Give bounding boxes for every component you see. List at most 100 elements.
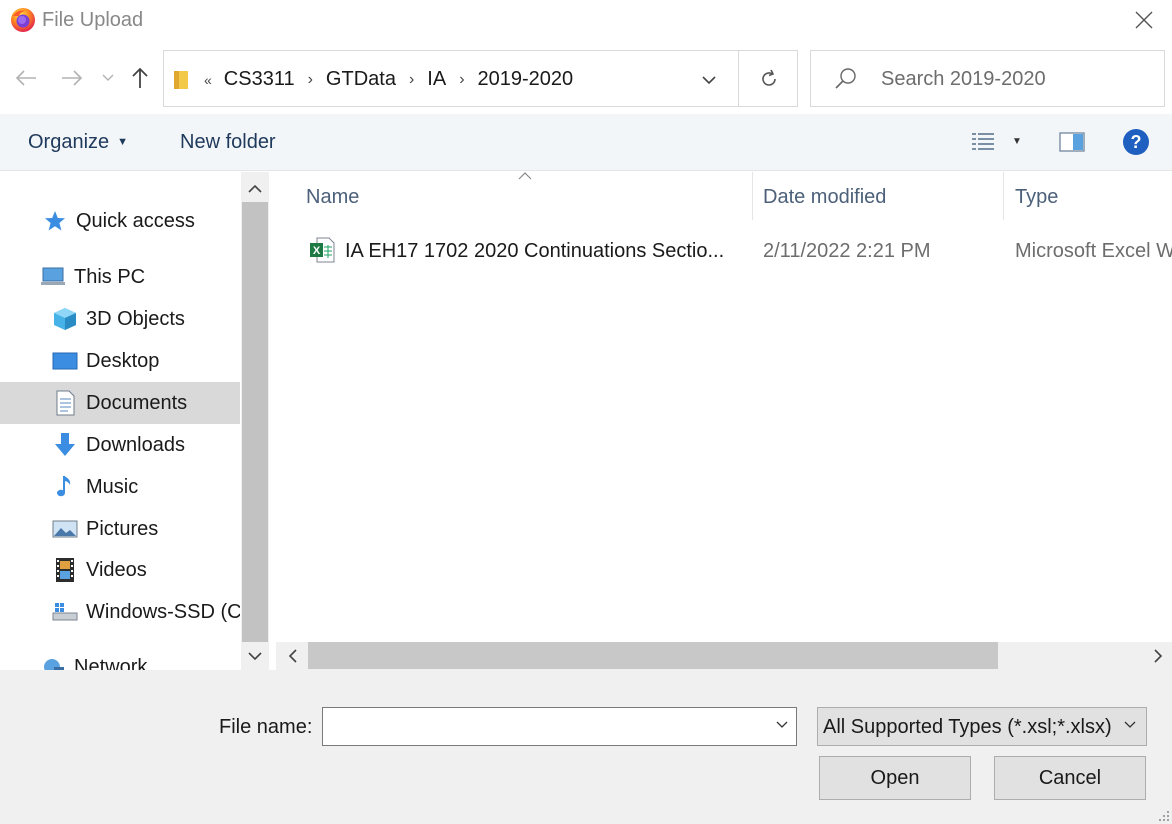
organize-label: Organize xyxy=(28,131,110,153)
nav-item-this-pc[interactable]: This PC xyxy=(0,256,240,298)
nav-item-label: Quick access xyxy=(76,209,195,232)
file-list: Name Date modified Type X IA EH17 1702 2… xyxy=(275,172,1172,642)
nav-item-quick-access[interactable]: Quick access xyxy=(0,200,240,242)
nav-item-label: Documents xyxy=(86,391,188,414)
cancel-button[interactable]: Cancel xyxy=(994,756,1146,800)
breadcrumb-overflow[interactable]: « xyxy=(204,72,212,88)
file-date-modified: 2/11/2022 2:21 PM xyxy=(763,240,931,262)
view-details-icon[interactable] xyxy=(970,130,998,159)
breadcrumb-item[interactable]: CS3311 xyxy=(224,68,295,91)
nav-item-label: Desktop xyxy=(86,349,160,372)
address-dropdown-chevron-icon[interactable] xyxy=(697,69,721,91)
cube-icon xyxy=(52,306,78,332)
scroll-right-chevron-icon[interactable] xyxy=(1144,642,1172,670)
file-type-dropdown-chevron-icon[interactable] xyxy=(1124,718,1136,732)
nav-item-windows-ssd[interactable]: Windows-SSD (C xyxy=(0,591,240,633)
file-type-select[interactable]: All Supported Types (*.xsl;*.xlsx) xyxy=(817,707,1147,746)
nav-item-videos[interactable]: Videos xyxy=(0,549,240,591)
nav-item-label: Videos xyxy=(86,558,147,581)
breadcrumb: « CS3311 › GTData › IA › 2019-2020 xyxy=(204,68,573,91)
drive-icon xyxy=(52,599,78,625)
breadcrumb-item[interactable]: GTData xyxy=(326,68,396,91)
column-divider[interactable] xyxy=(752,172,753,220)
pictures-icon xyxy=(52,516,78,542)
organize-button[interactable]: Organize ▼ xyxy=(28,131,128,154)
column-header-type[interactable]: Type xyxy=(1015,172,1058,222)
desktop-icon xyxy=(52,348,78,374)
nav-item-3d-objects[interactable]: 3D Objects xyxy=(0,298,240,340)
nav-item-pictures[interactable]: Pictures xyxy=(0,508,240,550)
recent-locations-chevron-icon[interactable] xyxy=(96,66,120,90)
search-icon xyxy=(833,66,859,97)
forward-arrow-icon[interactable] xyxy=(60,66,84,90)
search-input[interactable] xyxy=(881,65,1151,93)
scroll-left-chevron-icon[interactable] xyxy=(278,642,306,670)
film-icon xyxy=(52,557,78,583)
file-type: Microsoft Excel W xyxy=(1015,240,1172,262)
file-row[interactable]: X IA EH17 1702 2020 Continuations Sectio… xyxy=(275,232,1172,268)
breadcrumb-item[interactable]: 2019-2020 xyxy=(478,68,574,91)
view-options-caret-icon[interactable]: ▼ xyxy=(1012,136,1022,147)
open-button[interactable]: Open xyxy=(819,756,971,800)
nav-item-label: Network xyxy=(74,655,148,671)
nav-item-desktop[interactable]: Desktop xyxy=(0,340,240,382)
nav-item-label: Downloads xyxy=(86,433,185,456)
computer-icon xyxy=(40,264,66,290)
chevron-right-icon[interactable]: › xyxy=(308,71,313,89)
nav-item-label: 3D Objects xyxy=(86,307,185,330)
music-note-icon xyxy=(52,474,78,500)
file-name: IA EH17 1702 2020 Continuations Sectio..… xyxy=(345,240,725,262)
nav-item-label: Pictures xyxy=(86,517,159,540)
help-icon[interactable]: ? xyxy=(1122,128,1150,161)
download-arrow-icon xyxy=(52,432,78,458)
nav-item-documents[interactable]: Documents xyxy=(0,382,240,424)
file-type-selected: All Supported Types (*.xsl;*.xlsx) xyxy=(823,716,1112,738)
nav-item-label: Windows-SSD (C xyxy=(86,600,240,623)
file-upload-dialog: File Upload « CS3311 › GTData › IA › 201… xyxy=(0,0,1172,824)
scrollbar-thumb[interactable] xyxy=(308,642,998,669)
scrollbar-thumb[interactable] xyxy=(242,202,268,642)
back-arrow-icon[interactable] xyxy=(14,66,38,90)
new-folder-button[interactable]: New folder xyxy=(180,131,276,154)
file-name-combobox[interactable] xyxy=(322,707,797,746)
dialog-footer: File name: All Supported Types (*.xsl;*.… xyxy=(0,670,1172,824)
file-list-horizontal-scrollbar[interactable] xyxy=(276,642,1172,670)
address-bar[interactable]: « CS3311 › GTData › IA › 2019-2020 xyxy=(163,50,798,107)
file-name-input[interactable] xyxy=(329,714,759,740)
column-header-name[interactable]: Name xyxy=(306,172,359,222)
caret-down-icon: ▼ xyxy=(117,136,129,148)
scroll-down-chevron-icon[interactable] xyxy=(241,642,269,670)
firefox-icon xyxy=(10,7,36,33)
svg-text:?: ? xyxy=(1131,132,1142,152)
scroll-up-chevron-icon[interactable] xyxy=(241,174,269,202)
column-divider[interactable] xyxy=(1003,172,1004,220)
close-icon[interactable] xyxy=(1130,6,1158,34)
search-box[interactable] xyxy=(810,50,1165,107)
chevron-right-icon[interactable]: › xyxy=(459,71,464,89)
star-icon xyxy=(42,208,68,234)
preview-pane-icon[interactable] xyxy=(1058,130,1086,159)
nav-item-network[interactable]: Network xyxy=(0,646,240,670)
svg-text:X: X xyxy=(313,245,321,257)
documents-icon xyxy=(52,390,78,416)
up-arrow-icon[interactable] xyxy=(128,66,152,90)
nav-pane-scrollbar[interactable] xyxy=(241,172,269,670)
network-icon xyxy=(40,654,66,670)
chevron-right-icon[interactable]: › xyxy=(409,71,414,89)
file-name-label: File name: xyxy=(219,716,313,738)
resize-grip-icon[interactable] xyxy=(1156,808,1170,822)
breadcrumb-item[interactable]: IA xyxy=(427,68,446,91)
nav-item-label: Music xyxy=(86,475,139,498)
address-row: « CS3311 › GTData › IA › 2019-2020 xyxy=(0,40,1172,112)
window-title: File Upload xyxy=(42,9,144,31)
title-bar: File Upload xyxy=(0,0,1172,40)
file-name-dropdown-chevron-icon[interactable] xyxy=(776,718,788,732)
nav-item-downloads[interactable]: Downloads xyxy=(0,424,240,466)
refresh-icon[interactable] xyxy=(738,51,798,106)
nav-item-label: This PC xyxy=(74,265,146,288)
navigation-pane: Quick access This PC 3D Objects Desktop … xyxy=(0,172,240,670)
folder-icon xyxy=(172,69,190,96)
nav-item-music[interactable]: Music xyxy=(0,466,240,508)
sort-ascending-icon xyxy=(518,170,532,184)
column-header-date-modified[interactable]: Date modified xyxy=(763,172,886,222)
